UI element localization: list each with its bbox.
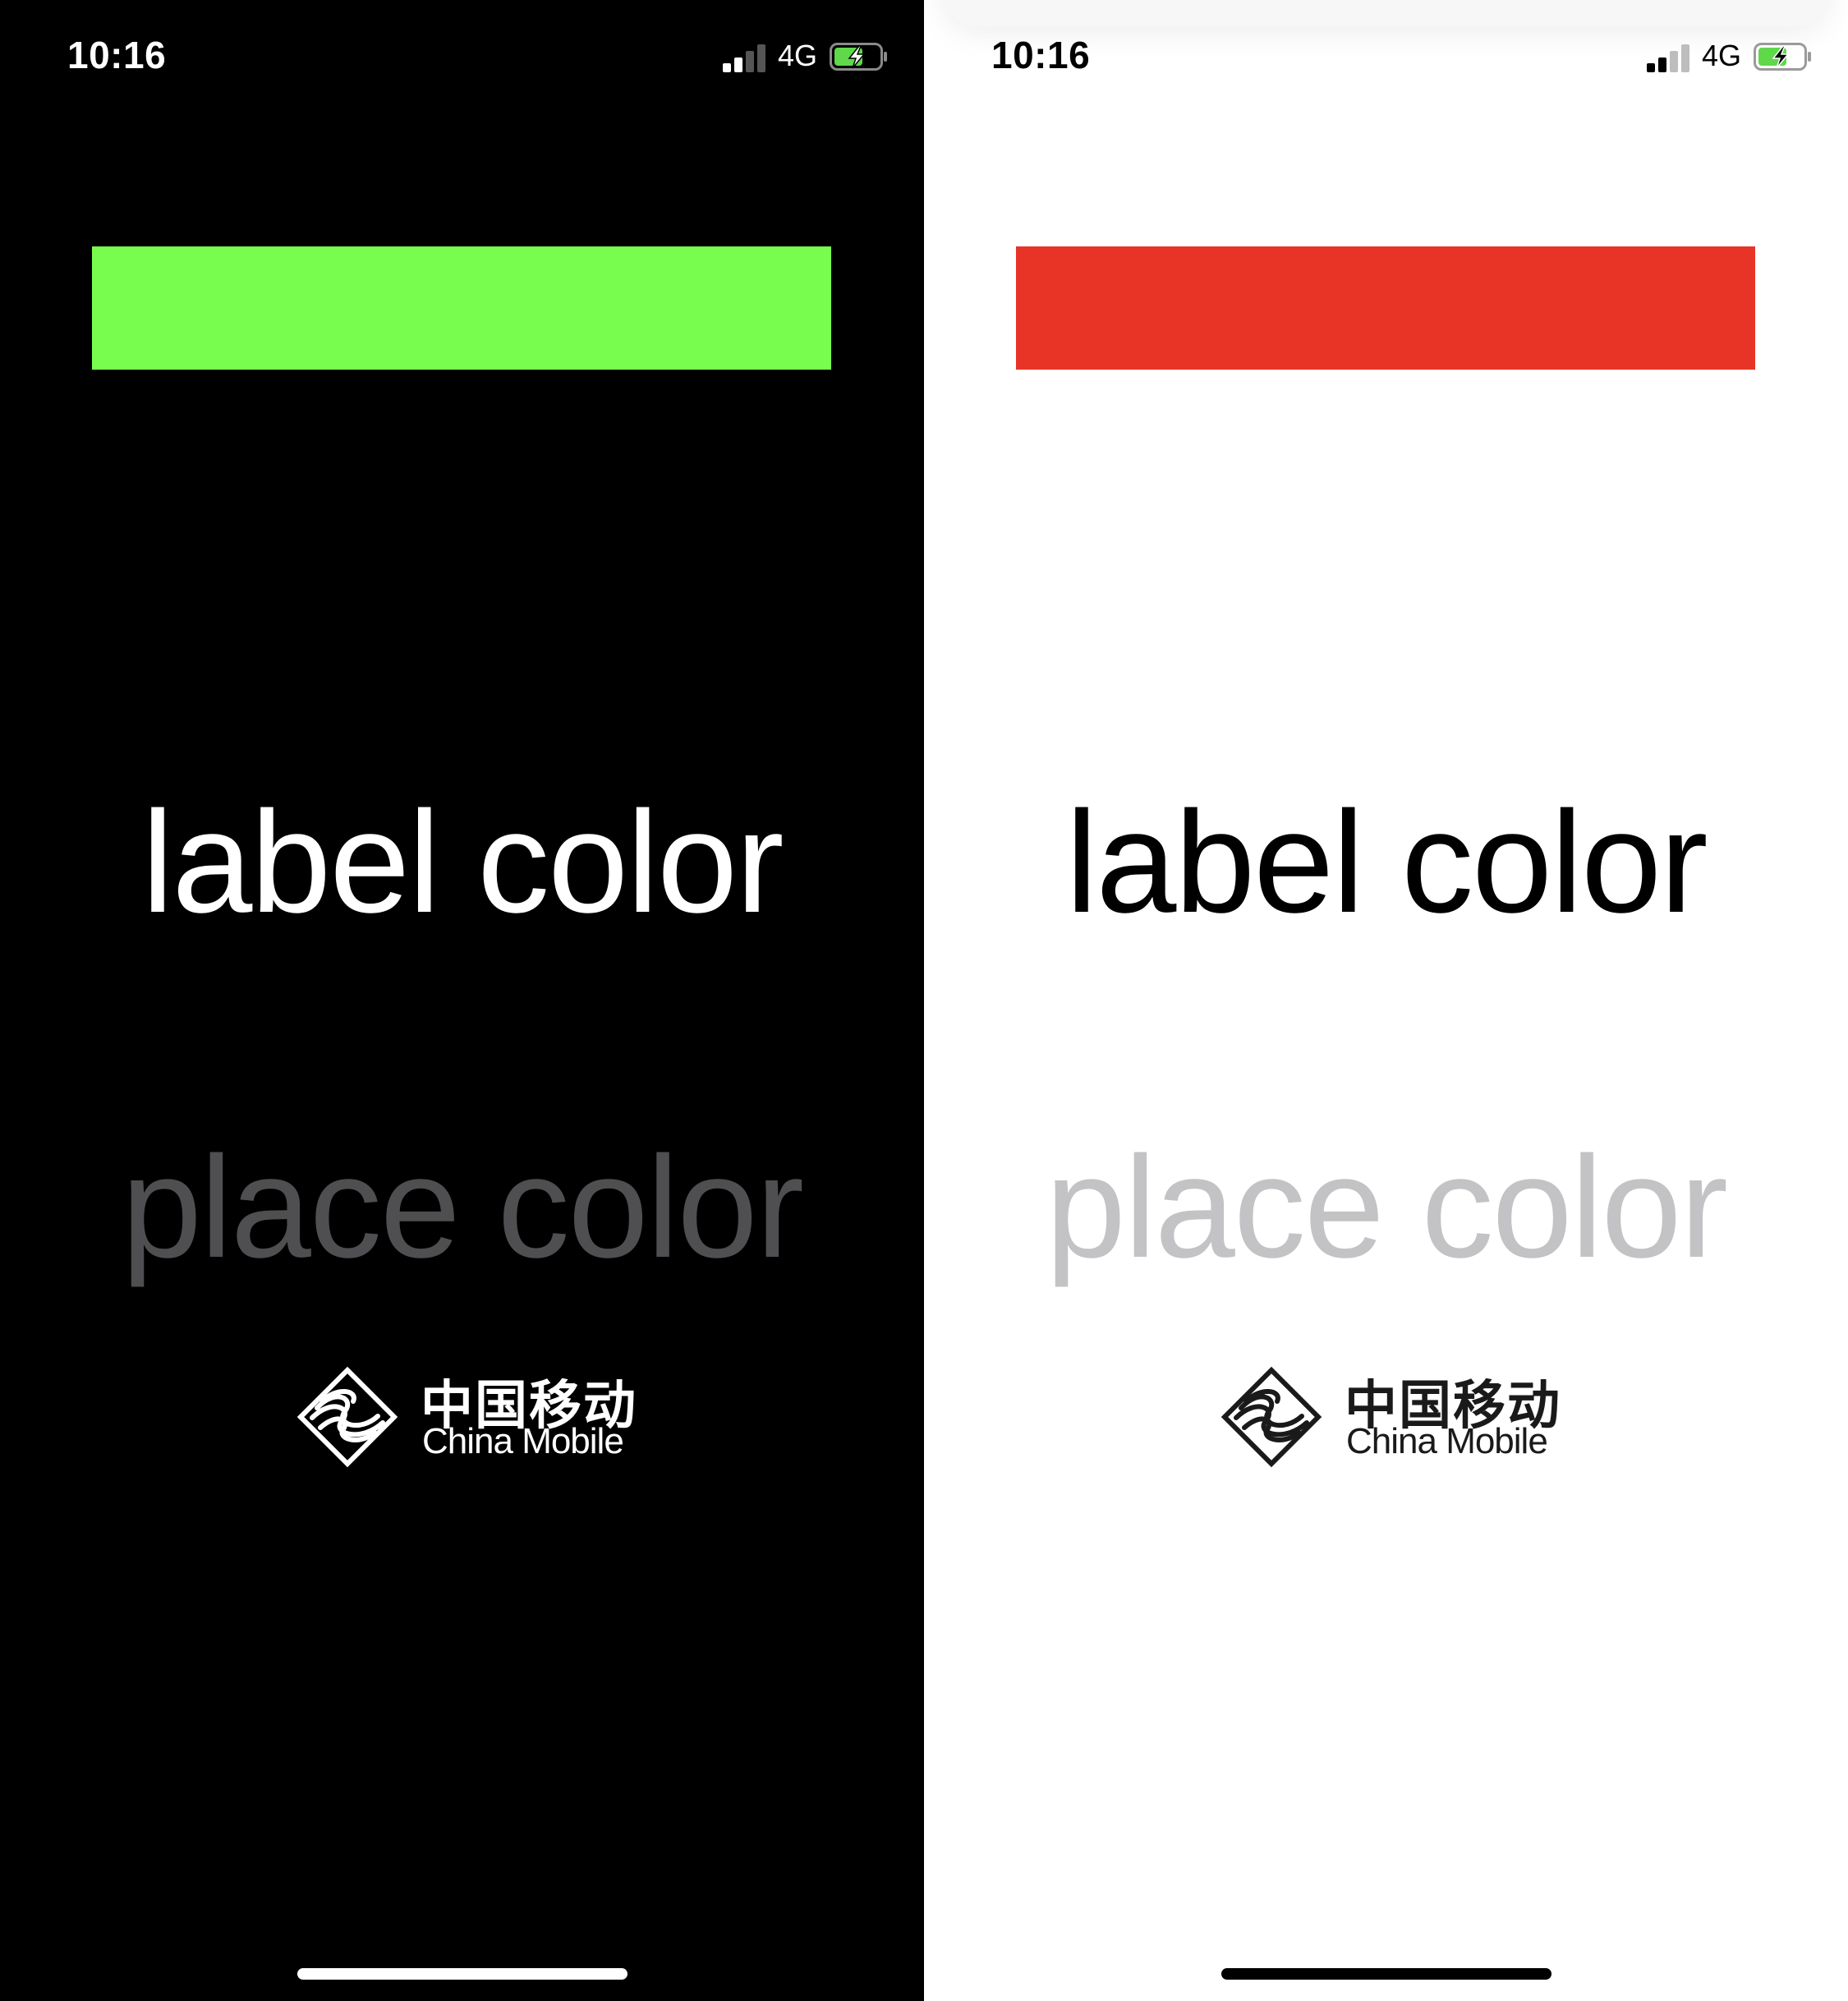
light-mode-screen: 10:16 4G label color place color 中国移动 Ch… xyxy=(924,0,1848,2001)
network-type: 4G xyxy=(1702,39,1742,72)
cellular-signal-icon xyxy=(723,43,767,72)
placeholder-color-text: place color xyxy=(121,1127,804,1288)
home-indicator[interactable] xyxy=(297,1968,627,1980)
color-swatch xyxy=(1016,246,1755,370)
china-mobile-logo: 中国移动 China Mobile xyxy=(296,1364,641,1470)
color-swatch xyxy=(92,246,831,370)
top-sheet-edge xyxy=(944,0,1828,26)
status-bar: 10:16 4G xyxy=(0,25,924,90)
battery-charging-icon xyxy=(830,43,887,71)
china-mobile-logo: 中国移动 China Mobile xyxy=(1220,1364,1565,1470)
status-bar: 10:16 4G xyxy=(924,25,1848,90)
placeholder-color-text: place color xyxy=(1045,1127,1728,1288)
label-color-text: label color xyxy=(141,782,784,943)
china-mobile-logo-icon xyxy=(297,1366,398,1468)
dark-mode-screen: 10:16 4G label color place color 中国移动 Ch… xyxy=(0,0,924,2001)
label-color-text: label color xyxy=(1065,782,1708,943)
network-type: 4G xyxy=(778,39,818,72)
status-time: 10:16 xyxy=(67,34,167,76)
status-time: 10:16 xyxy=(991,34,1091,76)
china-mobile-logo-icon xyxy=(1221,1366,1322,1468)
logo-english-text: China Mobile xyxy=(422,1421,624,1461)
home-indicator[interactable] xyxy=(1221,1968,1551,1980)
logo-english-text: China Mobile xyxy=(1346,1421,1548,1461)
cellular-signal-icon xyxy=(1647,43,1691,72)
battery-charging-icon xyxy=(1754,43,1811,71)
comparison-screenshot: 10:16 4G label color place color 中国移动 Ch… xyxy=(0,0,1848,2001)
